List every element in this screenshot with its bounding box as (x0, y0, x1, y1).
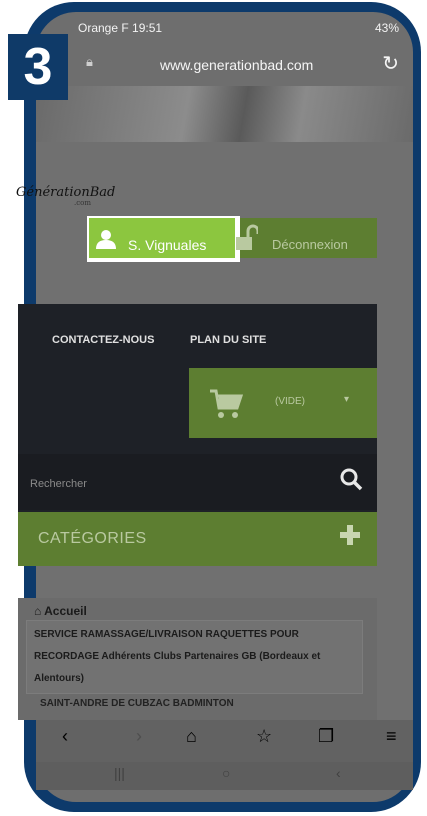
status-bar: Orange F 19:51 43% (36, 12, 413, 42)
breadcrumb-home[interactable]: ⌂ Accueil (34, 604, 87, 618)
browser-toolbar (36, 720, 413, 762)
bookmarks-icon[interactable]: ☆ (256, 726, 272, 747)
back-icon[interactable]: ‹ (62, 726, 68, 747)
browser-url-bar: ☆ 🔒︎ www.generationbad.com ↻ (36, 42, 413, 86)
breadcrumb-next[interactable]: SAINT-ANDRE DE CUBZAC BADMINTON (40, 698, 234, 709)
system-back-icon[interactable]: ‹ (336, 765, 341, 781)
status-battery: 43% (374, 21, 399, 35)
site-logo[interactable]: GénérationBad .com (16, 185, 116, 207)
nav-contact-link[interactable]: CONTACTEZ-NOUS (52, 334, 154, 346)
account-username: S. Vignuales (128, 237, 207, 253)
search-input[interactable]: Rechercher (30, 478, 87, 490)
nav-sitemap-link[interactable]: PLAN DU SITE (190, 334, 266, 346)
menu-icon[interactable]: ≡ (386, 726, 397, 747)
categories-label: CATÉGORIES (38, 530, 147, 547)
header-banner (36, 86, 413, 142)
logo-text: GénérationBad (16, 185, 116, 200)
reload-icon[interactable]: ↻ (382, 51, 399, 76)
step-number-badge: 3 (8, 34, 68, 100)
user-icon (96, 230, 116, 249)
logo-suffix: .com (74, 199, 91, 207)
search-icon[interactable] (339, 467, 363, 491)
breadcrumb-current[interactable]: SERVICE RAMASSAGE/LIVRAISON RAQUETTES PO… (34, 624, 354, 690)
url-text[interactable]: www.generationbad.com (160, 57, 313, 73)
cart-label: (VIDE) (275, 396, 305, 407)
plus-icon[interactable] (339, 524, 361, 546)
lock-icon: 🔒︎ (86, 54, 93, 69)
home-icon: ⌂ (34, 604, 45, 618)
tabs-icon[interactable]: ❐ (318, 726, 334, 747)
logout-link[interactable]: Déconnexion (272, 237, 348, 252)
cart-icon (210, 389, 243, 418)
unlock-icon (236, 224, 258, 250)
chevron-down-icon: ▾ (344, 394, 350, 405)
status-carrier-time: Orange F 19:51 (78, 21, 163, 35)
recents-icon[interactable]: ||| (114, 765, 125, 781)
home-circle-icon[interactable]: ○ (222, 765, 230, 781)
forward-icon[interactable]: › (136, 726, 142, 747)
home-button-icon[interactable]: ⌂ (186, 726, 197, 747)
breadcrumb-home-label: Accueil (44, 604, 87, 618)
